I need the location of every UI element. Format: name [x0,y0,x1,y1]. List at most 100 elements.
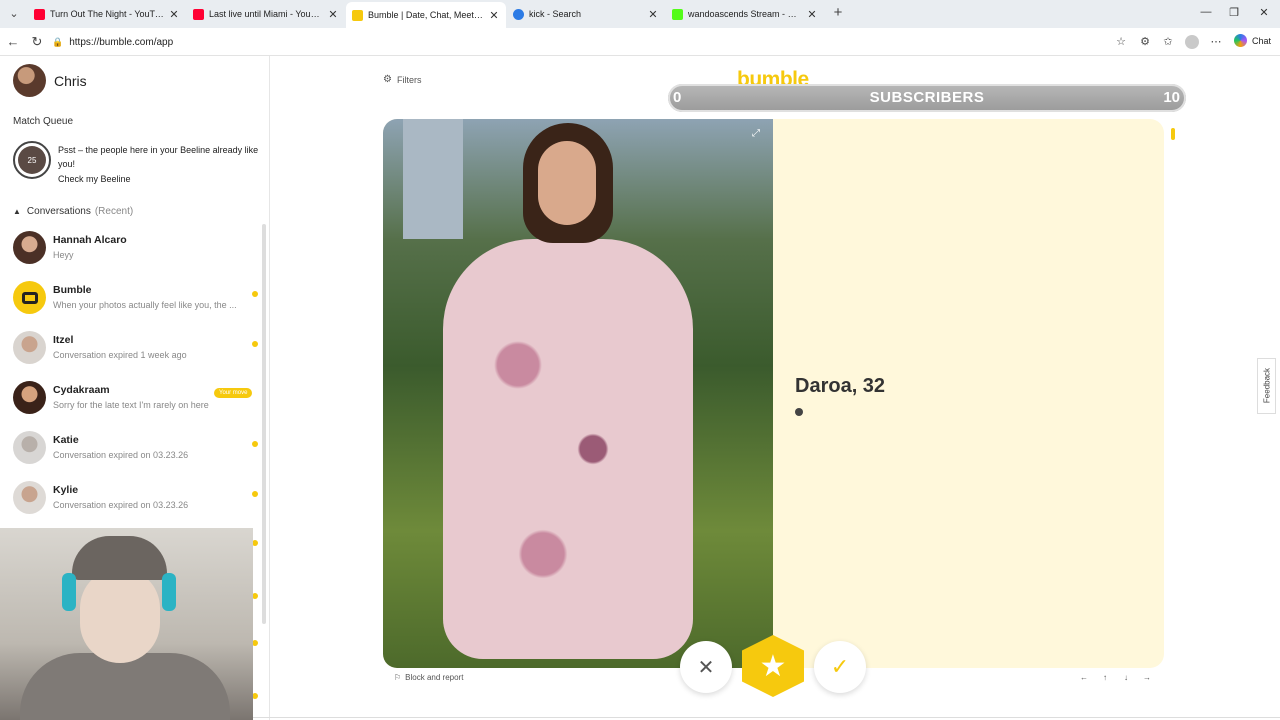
favorites-icon[interactable]: ✩ [1161,35,1175,49]
conversation-name: Itzel [53,334,74,346]
webcam-cap [72,536,167,580]
back-icon[interactable]: ← [5,34,21,50]
my-profile[interactable]: Chris [13,64,87,97]
close-tab-icon[interactable]: ✕ [488,9,500,22]
conversation-item[interactable]: Hannah Alcaro Heyy [0,229,262,279]
avatar [13,381,46,414]
flag-icon: ⚐ [394,673,402,682]
conversation-item[interactable]: Katie Conversation expired on 03.23.26 [0,429,262,479]
maximize-icon[interactable]: ❐ [1226,6,1242,19]
conversation-preview: Conversation expired 1 week ago [53,350,187,360]
tab-title: kick - Search [529,9,582,19]
sliders-icon: ⚙ [383,74,392,85]
unread-dot [252,441,258,447]
subscriber-goal-target: 10 [1163,89,1180,106]
headphone-icon [62,573,76,611]
sidebar-scrollbar[interactable] [262,224,266,624]
tab-youtube-2[interactable]: Last live until Miami - YouTube ✕ [187,3,345,25]
like-button[interactable]: ✓ [814,641,866,693]
close-tab-icon[interactable]: ✕ [647,8,659,21]
bumble-logo-icon [13,281,46,314]
url-text: https://bumble.com/app [69,36,174,48]
subscriber-goal-bar: SUBSCRIBERS 0 10 [668,84,1186,112]
match-queue-heading: Match Queue [13,116,74,127]
conversation-name: Hannah Alcaro [53,234,127,246]
feedback-label: Feedback [1262,367,1272,404]
conversation-preview: Heyy [53,250,74,260]
tab-title: Bumble | Date, Chat, Meet New Pe [368,10,484,20]
url-field[interactable]: 🔒 https://bumble.com/app [52,32,1132,52]
conversation-name: Cydakraam [53,384,110,396]
avatar [13,331,46,364]
photo-building [403,119,463,239]
filters-label: Filters [396,74,422,85]
avatar [13,481,46,514]
conversation-item[interactable]: Bumble When your photos actually feel li… [0,279,262,329]
arrow-right-icon: → [1143,673,1151,682]
avatar [13,64,46,97]
copilot-icon [1234,34,1247,47]
beeline-bubble[interactable]: 25 [13,141,51,179]
unread-dot [252,341,258,347]
kick-icon [672,8,683,20]
tab-bumble[interactable]: Bumble | Date, Chat, Meet New Pe ✕ [346,2,506,28]
unread-dot [252,491,258,497]
browser-tab-bar: ⌄ Turn Out The Night - YouTube ✕ Last li… [0,0,1280,28]
profile-photo[interactable] [383,119,773,668]
divider [253,717,1280,718]
bumble-icon [352,9,363,21]
tab-actions-menu-icon[interactable]: ⌄ [6,6,22,22]
conversation-name: Katie [53,434,79,446]
close-tab-icon[interactable]: ✕ [168,8,180,21]
search-icon [513,8,524,20]
your-move-badge: Your move [214,388,253,398]
unread-dot [252,291,258,297]
conversation-item[interactable]: Cydakraam Sorry for the late text I'm ra… [0,379,262,429]
subscriber-goal-label: SUBSCRIBERS [869,89,985,106]
minimize-icon[interactable]: — [1198,6,1214,18]
beeline-text: Psst – the people here in your Beeline a… [58,145,259,169]
info-icon[interactable] [795,408,803,416]
close-tab-icon[interactable]: ✕ [806,8,818,21]
headphone-icon [162,573,176,611]
conversation-preview: Conversation expired on 03.23.26 [53,500,189,510]
conversation-name: Bumble [53,284,92,296]
conversation-name: Kylie [53,484,79,496]
extensions-icon[interactable]: ⚙ [1138,35,1152,49]
close-window-icon[interactable]: ✕ [1256,6,1272,19]
pass-button[interactable]: ✕ [680,641,732,693]
more-menu-icon[interactable]: ⋯ [1209,35,1223,49]
user-name: Chris [54,72,87,89]
conversation-item[interactable]: Itzel Conversation expired 1 week ago [0,329,262,379]
profile-card[interactable] [383,119,1164,668]
conversations-header[interactable]: ▲ Conversations (Recent) [13,206,133,217]
arrow-left-icon: ← [1080,673,1088,682]
block-and-report-button[interactable]: ⚐ Block and report [394,673,463,682]
expand-photo-icon[interactable]: ⤢ [752,129,762,139]
tab-youtube-1[interactable]: Turn Out The Night - YouTube ✕ [28,3,186,25]
new-tab-icon[interactable]: + [830,5,846,21]
avatar [13,231,46,264]
conversation-preview: Conversation expired on 03.23.26 [53,450,189,460]
arrow-up-icon: ↑ [1103,673,1107,682]
reload-icon[interactable]: ↻ [29,34,45,50]
subscriber-goal-start: 0 [673,89,682,106]
filters-button[interactable]: ⚙ Filters [383,74,421,85]
block-and-report-label: Block and report [405,673,464,682]
copilot-label: Chat [1252,35,1272,46]
check-beeline-link[interactable]: Check my Beeline [58,174,131,184]
conversation-preview: When your photos actually feel like you,… [53,300,237,310]
tab-kick-stream[interactable]: wandoascends Stream - Watch Liv ✕ [666,3,824,25]
favorite-star-icon[interactable]: ☆ [1114,35,1128,49]
close-tab-icon[interactable]: ✕ [327,8,339,21]
address-bar-row: ← ↻ 🔒 https://bumble.com/app ☆ ⚙ ✩ ⋯ [0,28,1280,56]
youtube-icon [193,8,204,20]
conversations-subtitle: (Recent) [94,206,134,217]
star-icon: ★ [759,649,787,683]
profile-avatar-icon[interactable] [1185,35,1199,49]
feedback-tab[interactable]: Feedback [1257,358,1276,414]
tab-kick-search[interactable]: kick - Search ✕ [507,3,665,25]
site-info-icon[interactable]: 🔒 [52,37,63,48]
copilot-chat-button[interactable]: Chat [1234,34,1271,47]
conversation-item[interactable]: Kylie Conversation expired on 03.23.26 [0,479,262,529]
